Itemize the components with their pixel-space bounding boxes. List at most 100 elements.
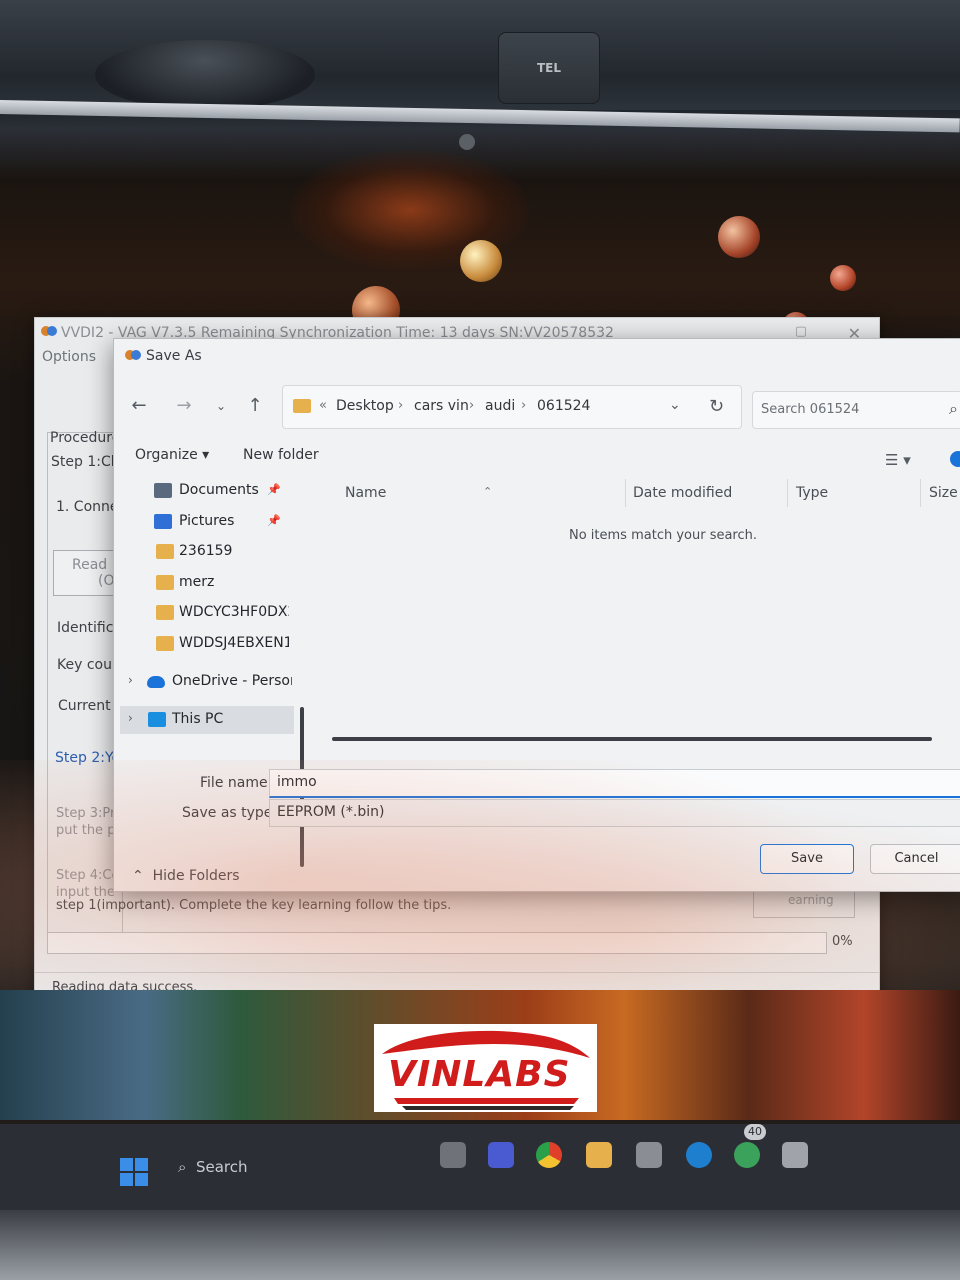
nav-item-folder[interactable]: merz — [120, 569, 294, 597]
up-arrow-icon[interactable]: ↑ — [242, 395, 268, 416]
folder-icon — [156, 544, 174, 559]
dash-knob — [95, 40, 315, 110]
cancel-button[interactable]: Cancel — [870, 844, 960, 874]
column-type[interactable]: Type — [796, 485, 828, 501]
breadcrumb-cars-vin[interactable]: cars vin — [414, 398, 469, 414]
identification-label: Identifica — [57, 620, 117, 636]
badge-count: 40 — [748, 1125, 762, 1138]
save-as-dialog: Save As ← → ⌄ ↑ « Desktop › cars vin › a… — [113, 338, 960, 892]
nav-item-this-pc[interactable]: › This PC — [120, 706, 294, 734]
breadcrumb-audi[interactable]: audi — [485, 398, 515, 414]
chat-icon[interactable] — [488, 1142, 514, 1168]
address-dropdown-icon[interactable]: ⌄ — [669, 397, 681, 413]
vvdi-taskbar-icon[interactable] — [782, 1142, 808, 1168]
procedure-label: Procedure — [50, 430, 114, 446]
search-input[interactable]: Search 061524 ⌕ — [752, 391, 960, 429]
file-name-value: immo — [277, 774, 317, 790]
this-pc-icon — [148, 712, 166, 727]
column-divider[interactable] — [920, 479, 921, 507]
progress-bar — [47, 932, 827, 954]
chevron-up-icon: ⌃ — [132, 868, 144, 884]
recent-chevron-down-icon[interactable]: ⌄ — [208, 399, 234, 413]
nav-item-pictures[interactable]: Pictures 📌 — [120, 508, 294, 536]
breadcrumb-sep: › — [469, 398, 475, 413]
horizontal-scrollbar[interactable] — [332, 737, 932, 741]
column-divider[interactable] — [787, 479, 788, 507]
vinlabs-logo: VINLABS — [374, 1024, 597, 1112]
nav-item-label: Pictures — [179, 513, 235, 529]
taskbar-search-label: Search — [195, 1158, 248, 1176]
nav-item-folder[interactable]: 236159 — [120, 538, 294, 566]
save-as-type-label: Save as type: — [182, 805, 278, 821]
empty-message: No items match your search. — [569, 528, 758, 543]
column-name[interactable]: Name — [345, 485, 386, 501]
breadcrumb-sep: › — [398, 398, 404, 413]
save-button-label: Save — [791, 851, 823, 866]
nav-item-label: OneDrive - Person — [172, 673, 292, 689]
save-as-type-select[interactable]: EEPROM (*.bin) — [269, 799, 960, 827]
new-folder-button[interactable]: New folder — [243, 447, 319, 463]
file-name-input[interactable]: immo — [269, 769, 960, 798]
step3-line1: Step 3:Pr — [56, 806, 116, 821]
view-options-icon[interactable]: ☰ ▾ — [885, 451, 911, 469]
dialog-titlebar: Save As — [114, 339, 960, 373]
nav-item-label: WDCYC3HF0DX2 — [179, 604, 289, 620]
hide-folders-label: Hide Folders — [152, 868, 240, 884]
refresh-icon[interactable]: ↻ — [709, 396, 724, 417]
chevron-right-icon[interactable]: › — [128, 711, 133, 725]
tablet-bottom-bezel — [0, 1210, 960, 1280]
save-button[interactable]: Save — [760, 844, 854, 874]
cancel-button-label: Cancel — [894, 851, 939, 866]
column-divider[interactable] — [625, 479, 626, 507]
step2-label: Step 2:Yo — [55, 750, 119, 766]
connect-label: 1. Conne — [56, 499, 116, 515]
onedrive-icon — [147, 676, 165, 688]
organize-button[interactable]: Organize ▾ — [135, 447, 209, 463]
camera-icon — [459, 134, 475, 150]
chevron-right-icon[interactable]: › — [128, 673, 133, 687]
nav-item-label: This PC — [172, 711, 224, 727]
breadcrumb-061524[interactable]: 061524 — [537, 398, 590, 414]
tel-label: TEL — [537, 61, 562, 75]
folder-icon — [156, 605, 174, 620]
navigation-pane: Documents 📌 Pictures 📌 236159 merz WDCYC… — [120, 477, 304, 867]
column-size[interactable]: Size — [929, 485, 958, 501]
logo-text: VINLABS — [388, 1054, 571, 1095]
nav-item-label: Documents — [179, 482, 259, 498]
step1-label: Step 1:Ch — [51, 454, 115, 470]
breadcrumb-desktop[interactable]: Desktop — [336, 398, 394, 414]
tel-button: TEL — [498, 32, 600, 104]
chrome-icon[interactable] — [536, 1142, 562, 1168]
edge-icon[interactable] — [686, 1142, 712, 1168]
column-date-modified[interactable]: Date modified — [633, 485, 732, 501]
documents-icon — [154, 483, 172, 498]
nav-item-documents[interactable]: Documents 📌 — [120, 477, 294, 505]
save-as-type-value: EEPROM (*.bin) — [277, 804, 385, 820]
car-dashboard: TEL — [0, 0, 960, 110]
menu-options[interactable]: Options — [42, 349, 96, 365]
address-bar[interactable]: « Desktop › cars vin › audi › 061524 ⌄ ↻ — [282, 385, 742, 429]
store-icon[interactable] — [636, 1142, 662, 1168]
back-arrow-icon[interactable]: ← — [126, 395, 152, 416]
planet — [718, 216, 760, 258]
taskbar-search[interactable]: ⌕ Search — [178, 1158, 248, 1176]
task-view-icon[interactable] — [440, 1142, 466, 1168]
windows-start-icon[interactable] — [120, 1158, 148, 1186]
learning-button-label: earning — [788, 893, 834, 907]
nav-item-onedrive[interactable]: › OneDrive - Person — [120, 668, 294, 696]
notification-badge: 40 — [744, 1124, 766, 1140]
maximize-icon[interactable]: ▢ — [795, 324, 807, 339]
hide-folders-button[interactable]: ⌃ Hide Folders — [132, 868, 240, 884]
nav-item-folder[interactable]: WDDSJ4EBXEN1 — [120, 630, 294, 658]
breadcrumb-overflow[interactable]: « — [319, 398, 327, 413]
pin-icon: 📌 — [267, 514, 281, 527]
search-icon: ⌕ — [178, 1158, 187, 1176]
forward-arrow-icon[interactable]: → — [171, 395, 197, 416]
nav-item-folder[interactable]: WDCYC3HF0DX2 — [120, 599, 294, 627]
whatsapp-icon[interactable] — [734, 1142, 760, 1168]
nav-item-label: merz — [179, 574, 215, 590]
folder-icon — [156, 636, 174, 651]
help-icon[interactable] — [950, 451, 960, 467]
file-explorer-icon[interactable] — [586, 1142, 612, 1168]
read-button-line2: (O — [98, 573, 115, 589]
